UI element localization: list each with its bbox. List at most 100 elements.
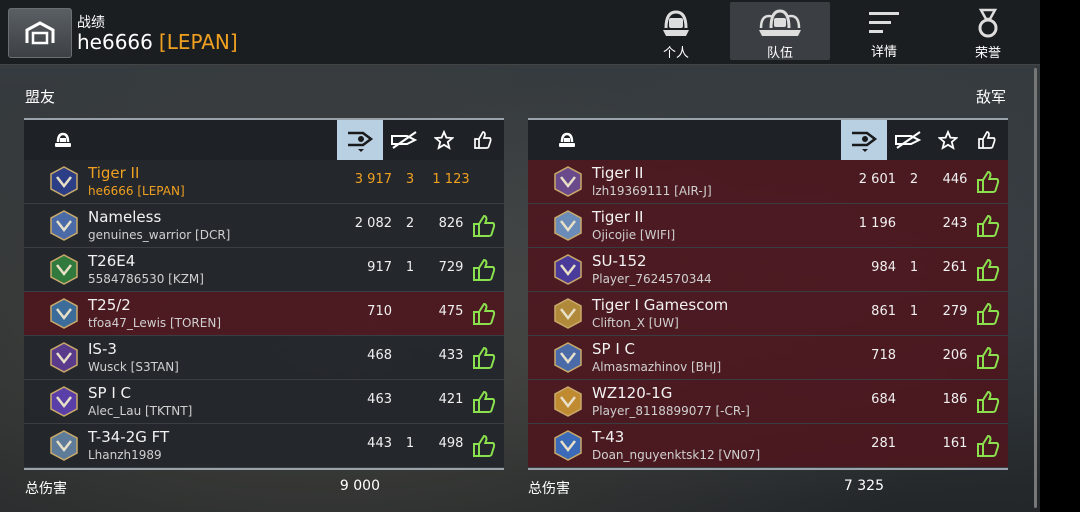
experience-value: 498 [438, 436, 464, 451]
header-divider [0, 64, 1040, 65]
damage-value: 710 [367, 304, 392, 319]
like-thumbs-up-icon[interactable] [976, 258, 1000, 282]
tab-label: 个人 [662, 46, 689, 61]
mastery-badge-icon [50, 298, 78, 329]
kills-value: 2 [909, 172, 919, 187]
garage-home-button[interactable] [8, 8, 72, 58]
experience-value: 421 [438, 392, 464, 407]
tab-honor[interactable]: 荣誉 [938, 2, 1038, 61]
allies-rows: Tiger II he6666 [LEPAN] 3 917 3 1 123 Nameles… [24, 160, 504, 468]
table-row[interactable]: T25/2 tfoa47_Lewis [TOREN] 710 475 [24, 292, 504, 336]
kills-value: 1 [405, 436, 415, 451]
like-thumbs-up-icon[interactable] [472, 390, 496, 414]
table-header [528, 120, 1008, 160]
kills-value: 3 [405, 172, 415, 187]
player-name: he6666 [77, 30, 153, 54]
player-name: Wusck [S3TAN] [88, 360, 179, 374]
experience-value: 446 [942, 172, 968, 187]
table-row[interactable]: T-43 Doan_nguyenktsk12 [VN07] 281 161 [528, 424, 1008, 468]
like-thumbs-up-icon[interactable] [472, 346, 496, 370]
mastery-badge-icon [554, 430, 582, 461]
table-row[interactable]: WZ120-1G Player_8118899077 [-CR-] 684 186 [528, 380, 1008, 424]
like-thumbs-up-icon[interactable] [976, 302, 1000, 326]
table-row[interactable]: IS-3 Wusck [S3TAN] 468 433 [24, 336, 504, 380]
enemies-total-damage: 7 325 [843, 478, 884, 494]
like-thumbs-up-icon[interactable] [472, 434, 496, 458]
damage-value: 2 082 [354, 216, 392, 231]
player-clan: [LEPAN] [158, 30, 238, 54]
table-row[interactable]: SU-152 Player_7624570344 984 1 261 [528, 248, 1008, 292]
star-icon [938, 130, 958, 150]
tab-personal[interactable]: 个人 [626, 2, 726, 61]
like-thumbs-up-icon[interactable] [472, 302, 496, 326]
column-likes[interactable] [970, 120, 1004, 160]
table-row[interactable]: Tiger II lzh19369111 [AIR-J] 2 601 2 446 [528, 160, 1008, 204]
kills-value: 1 [909, 260, 919, 275]
like-thumbs-up-icon[interactable] [472, 214, 496, 238]
table-header [24, 120, 504, 160]
table-row[interactable]: Tiger I Gamescom Clifton_X [UW] 861 1 279 [528, 292, 1008, 336]
column-kills[interactable] [888, 120, 928, 160]
column-likes[interactable] [466, 120, 500, 160]
like-thumbs-up-icon[interactable] [976, 170, 1000, 194]
tank-column-icon [55, 132, 71, 147]
like-thumbs-up-icon[interactable] [976, 214, 1000, 238]
experience-value: 243 [942, 216, 968, 231]
mastery-badge-icon [554, 210, 582, 241]
experience-value: 826 [438, 216, 464, 231]
experience-value: 729 [438, 260, 464, 275]
garage-icon [25, 21, 55, 45]
player-name: Clifton_X [UW] [592, 316, 679, 330]
like-thumbs-up-icon[interactable] [976, 434, 1000, 458]
table-row[interactable]: Nameless genuines_warrior [DCR] 2 082 2 826 [24, 204, 504, 248]
mastery-badge-icon [554, 254, 582, 285]
tab-team[interactable]: 队伍 [730, 2, 830, 61]
experience-value: 1 123 [432, 172, 470, 187]
tank-name: SP I C [88, 384, 132, 402]
kills-value: 1 [909, 304, 919, 319]
experience-value: 279 [942, 304, 968, 319]
tank-name: SP I C [592, 340, 636, 358]
column-kills[interactable] [384, 120, 424, 160]
tank-name: Tiger II [88, 164, 140, 182]
column-damage-sort[interactable] [337, 120, 383, 160]
mastery-badge-icon [554, 342, 582, 373]
tank-name: WZ120-1G [592, 384, 673, 402]
table-row[interactable]: Tiger II he6666 [LEPAN] 3 917 3 1 123 [24, 160, 504, 204]
scrollbar[interactable] [1034, 68, 1037, 508]
top-bar: 战绩 he6666 [LEPAN] 个人 队伍 详情 荣誉 [0, 0, 1040, 64]
experience-value: 261 [942, 260, 968, 275]
kills-icon [895, 131, 922, 149]
experience-value: 475 [438, 304, 464, 319]
allies-title: 盟友 [25, 88, 56, 106]
enemies-title: 敌军 [976, 88, 1007, 106]
damage-value: 443 [367, 436, 392, 451]
mastery-badge-icon [50, 342, 78, 373]
like-thumbs-up-icon[interactable] [976, 346, 1000, 370]
table-row[interactable]: SP I C Alec_Lau [TKTNT] 463 421 [24, 380, 504, 424]
column-damage-sort[interactable] [841, 120, 887, 160]
player-name: Ojicojie [WIFI] [592, 228, 676, 242]
mastery-badge-icon [554, 298, 582, 329]
page-title: he6666 [LEPAN] [77, 30, 238, 54]
player-name: Player_7624570344 [592, 272, 712, 286]
experience-value: 206 [942, 348, 968, 363]
table-row[interactable]: T26E4 5584786530 [KZM] 917 1 729 [24, 248, 504, 292]
table-row[interactable]: T-34-2G FT Lhanzh1989 443 1 498 [24, 424, 504, 468]
column-experience[interactable] [426, 120, 462, 160]
mastery-badge-icon [50, 166, 78, 197]
column-tank [550, 120, 584, 160]
column-tank [46, 120, 80, 160]
mastery-badge-icon [554, 386, 582, 417]
details-list-icon [869, 11, 899, 33]
table-row[interactable]: SP I C Almasmazhinov [BHJ] 718 206 [528, 336, 1008, 380]
damage-value: 1 196 [858, 216, 896, 231]
column-experience[interactable] [930, 120, 966, 160]
like-thumbs-up-icon[interactable] [472, 258, 496, 282]
damage-value: 281 [871, 436, 896, 451]
tab-details[interactable]: 详情 [834, 2, 934, 60]
table-row[interactable]: Tiger II Ojicojie [WIFI] 1 196 243 [528, 204, 1008, 248]
like-thumbs-up-icon[interactable] [976, 390, 1000, 414]
player-name: Alec_Lau [TKTNT] [88, 404, 193, 418]
player-name: Lhanzh1989 [88, 448, 162, 462]
